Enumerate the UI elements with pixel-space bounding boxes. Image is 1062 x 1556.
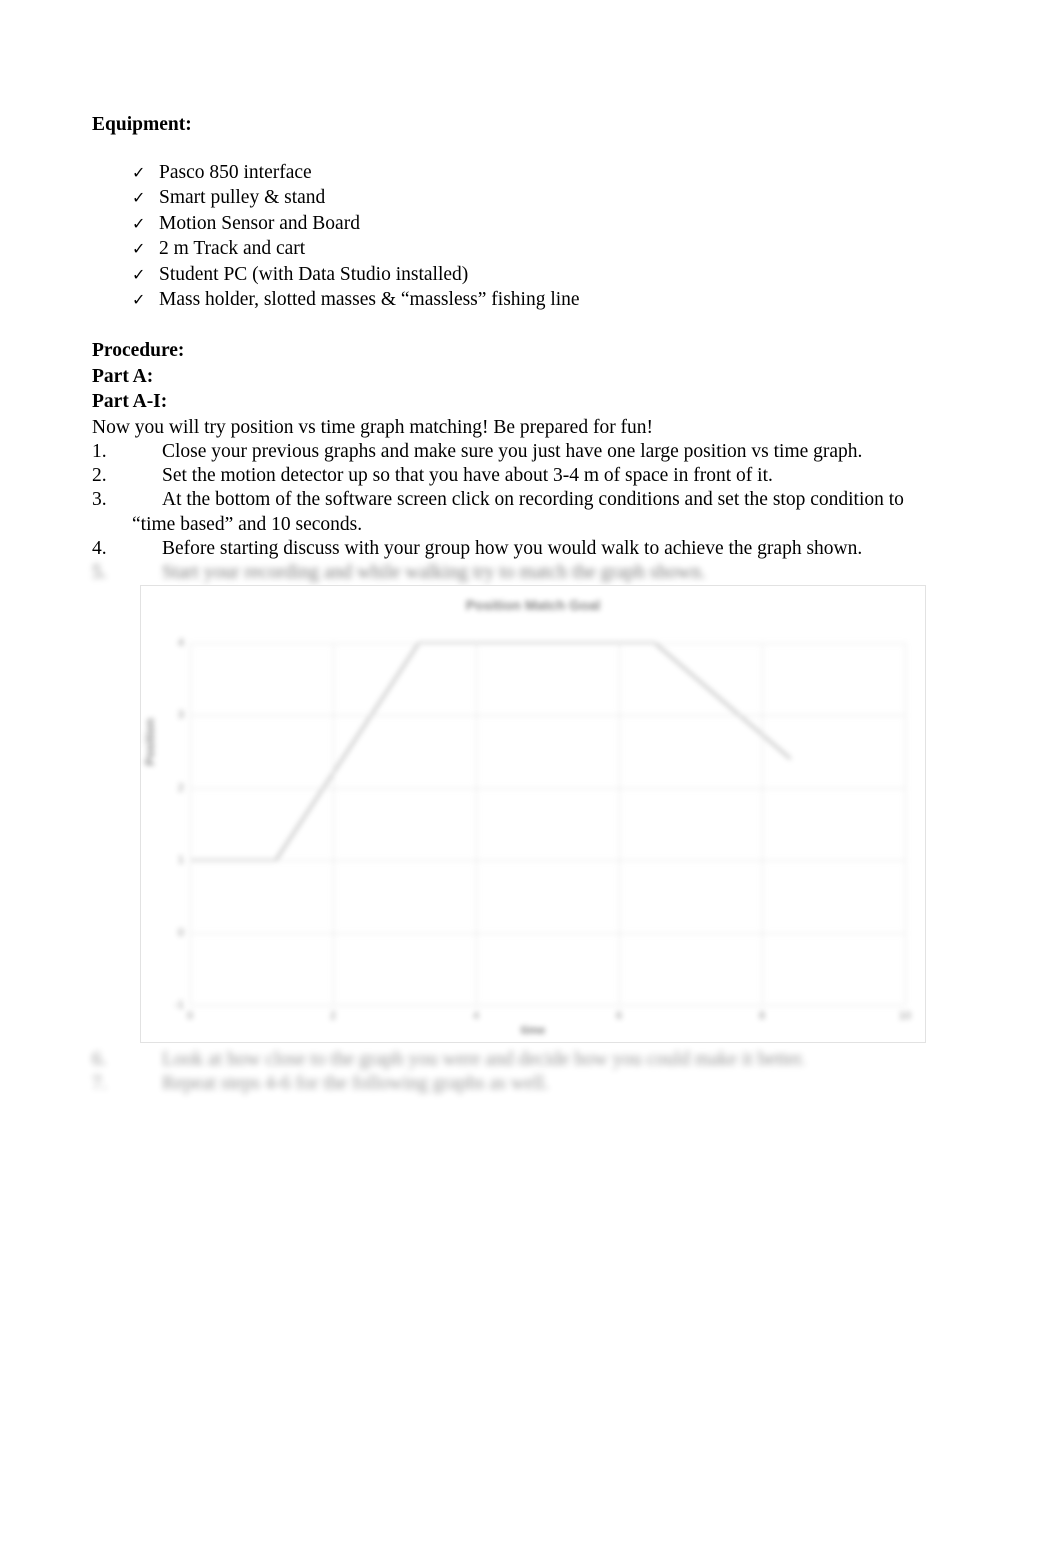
step-number: 5. bbox=[92, 562, 107, 584]
chart-x-tick-label: 2 bbox=[329, 1010, 337, 1022]
chart-gridline-horizontal bbox=[190, 932, 905, 934]
chart-y-tick-label: 2 bbox=[177, 781, 184, 794]
list-item: 5. Start your recording and while walkin… bbox=[92, 561, 972, 585]
chart-x-tick-label: 0 bbox=[186, 1010, 194, 1022]
chart-y-tick-label: 4 bbox=[177, 637, 184, 649]
checkmark-icon: ✓ bbox=[132, 290, 146, 310]
step-number: 4. bbox=[92, 537, 107, 559]
list-item: 3. At the bottom of the software screen … bbox=[92, 488, 972, 536]
list-item: ✓ Student PC (with Data Studio installed… bbox=[92, 262, 972, 287]
step-text: Set the motion detector up so that you h… bbox=[162, 465, 773, 487]
procedure-section: Procedure: Part A: Part A-I: Now you wil… bbox=[92, 338, 972, 585]
chart-y-tick-label: 0 bbox=[177, 926, 184, 939]
list-item: ✓ Motion Sensor and Board bbox=[92, 211, 972, 236]
step-text: Look at how close to the graph you were … bbox=[162, 1049, 806, 1070]
chart-gridline-horizontal bbox=[190, 787, 905, 789]
step-text: Before starting discuss with your group … bbox=[162, 537, 863, 559]
list-item: ✓ Pasco 850 interface bbox=[92, 160, 972, 185]
chart-gridline-vertical bbox=[190, 643, 191, 1005]
chart-gridline-vertical bbox=[762, 643, 763, 1005]
list-item: ✓ Mass holder, slotted masses & “massles… bbox=[92, 287, 972, 312]
list-item-label: Smart pulley & stand bbox=[159, 187, 326, 209]
step-text: Close your previous graphs and make sure… bbox=[162, 441, 863, 463]
step-number: 2. bbox=[92, 465, 107, 487]
checkmark-icon: ✓ bbox=[132, 213, 146, 233]
list-item-label: Student PC (with Data Studio installed) bbox=[159, 263, 469, 285]
chart-y-tick-label: 3 bbox=[177, 709, 184, 722]
chart-title: Position Match Goal bbox=[465, 597, 601, 613]
step-number: 7. bbox=[92, 1073, 107, 1095]
equipment-list: ✓ Pasco 850 interface ✓ Smart pulley & s… bbox=[92, 160, 972, 312]
chart-gridline-vertical bbox=[905, 643, 906, 1005]
chart-gridline-horizontal bbox=[190, 860, 905, 862]
list-item: ✓ 2 m Track and cart bbox=[92, 236, 972, 261]
chart-gridline-horizontal bbox=[190, 715, 905, 717]
list-item: 4. Before starting discuss with your gro… bbox=[92, 537, 972, 561]
chart-gridline-vertical bbox=[619, 643, 620, 1005]
list-item: ✓ Smart pulley & stand bbox=[92, 185, 972, 210]
chart-gridline-vertical bbox=[333, 643, 334, 1005]
chart-plot-area: 4 3 2 1 0 -1 0 2 4 6 8 10 bbox=[174, 637, 911, 1022]
chart-gridline-horizontal bbox=[190, 1005, 905, 1006]
chart-y-tick-label: -1 bbox=[174, 999, 184, 1011]
chart-x-tick-label: 8 bbox=[758, 1010, 766, 1022]
checkmark-icon: ✓ bbox=[132, 188, 146, 208]
procedure-heading: Procedure: bbox=[92, 340, 185, 362]
chart-y-tick-label: 1 bbox=[177, 854, 184, 867]
list-item-label: Motion Sensor and Board bbox=[159, 212, 360, 234]
procedure-steps: 1. Close your previous graphs and make s… bbox=[92, 440, 972, 585]
document-page: Equipment: ✓ Pasco 850 interface ✓ Smart… bbox=[0, 0, 1062, 1556]
step-text: Start your recording and while walking t… bbox=[162, 562, 706, 584]
chart-gridline-vertical bbox=[476, 643, 477, 1005]
step-text: Repeat steps 4-6 for the following graph… bbox=[162, 1073, 550, 1095]
list-item-label: Pasco 850 interface bbox=[159, 162, 312, 183]
part-a-heading: Part A: bbox=[92, 365, 154, 387]
chart-x-tick-label: 10 bbox=[898, 1010, 912, 1022]
procedure-intro: Now you will try position vs time graph … bbox=[92, 416, 654, 438]
chart-gridline-horizontal bbox=[190, 643, 905, 644]
checkmark-icon: ✓ bbox=[132, 163, 146, 182]
step-number: 6. bbox=[92, 1049, 107, 1070]
chart-y-axis-label: Position bbox=[143, 718, 157, 766]
chart-series-position bbox=[190, 642, 792, 862]
position-vs-time-chart: Position Match Goal Position time 43210-… bbox=[140, 585, 926, 1043]
list-item-label: Mass holder, slotted masses & “massless”… bbox=[159, 289, 580, 311]
procedure-steps-continued: 6. Look at how close to the graph you we… bbox=[92, 1048, 972, 1096]
list-item: 6. Look at how close to the graph you we… bbox=[92, 1048, 972, 1072]
step-number: 1. bbox=[92, 441, 107, 463]
chart-x-tick-label: 6 bbox=[615, 1010, 623, 1022]
chart-inner: Position Match Goal Position time 43210-… bbox=[140, 585, 926, 1043]
part-a-i-heading: Part A-I: bbox=[92, 391, 168, 413]
list-item-label: 2 m Track and cart bbox=[159, 238, 306, 260]
chart-x-tick-label: 4 bbox=[472, 1010, 480, 1022]
chart-x-axis-label: time bbox=[520, 1023, 546, 1037]
step-number: 3. bbox=[92, 489, 107, 511]
document-content: Equipment: ✓ Pasco 850 interface ✓ Smart… bbox=[92, 112, 972, 585]
checkmark-icon: ✓ bbox=[132, 264, 146, 284]
step-text: At the bottom of the software screen cli… bbox=[162, 489, 904, 511]
list-item: 7. Repeat steps 4-6 for the following gr… bbox=[92, 1072, 972, 1096]
checkmark-icon: ✓ bbox=[132, 239, 146, 259]
procedure-steps-after-chart: 6. Look at how close to the graph you we… bbox=[92, 1048, 972, 1096]
list-item: 1. Close your previous graphs and make s… bbox=[92, 440, 972, 464]
chart-series-line bbox=[190, 642, 792, 862]
step-text-continuation: “time based” and 10 seconds. bbox=[132, 513, 363, 535]
equipment-heading: Equipment: bbox=[92, 114, 192, 135]
list-item: 2. Set the motion detector up so that yo… bbox=[92, 464, 972, 488]
